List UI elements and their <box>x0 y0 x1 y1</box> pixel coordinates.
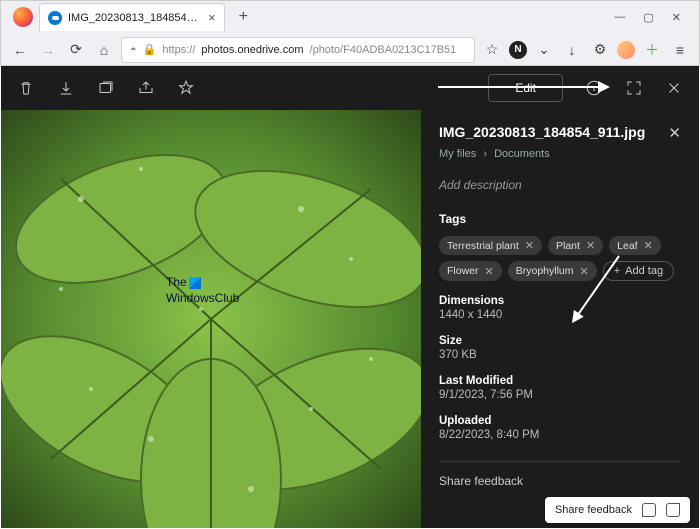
uploaded-label: Uploaded <box>439 415 681 427</box>
extensions-icon[interactable]: ⚙ <box>589 39 611 61</box>
breadcrumb-leaf[interactable]: Documents <box>494 148 550 160</box>
url-prefix: https:// <box>162 44 195 56</box>
photo-preview[interactable]: The WindowsClub <box>1 110 421 528</box>
breadcrumb-separator: › <box>483 148 487 160</box>
tab-strip: IMG_20230813_184854_911.jp… × + — ▢ ✕ <box>1 1 699 33</box>
dimensions-value: 1440 x 1440 <box>439 309 681 321</box>
size-value: 370 KB <box>439 349 681 361</box>
annotation-arrow-info <box>438 86 608 88</box>
tag-chip[interactable]: Bryophyllum✕ <box>508 261 597 281</box>
watermark: The WindowsClub <box>166 275 239 306</box>
breadcrumb-root[interactable]: My files <box>439 148 476 160</box>
watermark-line2: WindowsClub <box>166 291 239 305</box>
browser-tab[interactable]: IMG_20230813_184854_911.jp… × <box>39 3 225 31</box>
tab-title: IMG_20230813_184854_911.jp… <box>68 12 198 24</box>
modified-value: 9/1/2023, 7:56 PM <box>439 389 681 401</box>
thumbs-down-icon[interactable] <box>666 503 680 517</box>
breadcrumb[interactable]: My files › Documents <box>439 148 681 160</box>
edit-button[interactable]: Edit <box>488 74 563 102</box>
new-tab-button[interactable]: + <box>231 8 256 26</box>
favorite-icon[interactable] <box>177 79 195 97</box>
uploaded-value: 8/22/2023, 8:40 PM <box>439 429 681 441</box>
close-viewer-icon[interactable] <box>665 79 683 97</box>
address-bar[interactable]: ◓ 🔒 https:// photos.onedrive.com/photo/F4… <box>121 37 475 63</box>
tags-list: Terrestrial plant✕ Plant✕ Leaf✕ Flower✕ … <box>439 236 681 281</box>
details-filename: IMG_20230813_184854_911.jpg <box>439 124 645 140</box>
menu-icon[interactable]: ≡ <box>669 39 691 61</box>
onedrive-icon <box>48 11 62 25</box>
shield-icon: ◓ <box>130 44 137 56</box>
lock-icon: 🔒 <box>143 43 157 56</box>
share-feedback-pill[interactable]: Share feedback <box>545 497 690 523</box>
modified-label: Last Modified <box>439 375 681 387</box>
home-icon[interactable]: ⌂ <box>93 39 115 61</box>
photo-toolbar: Edit <box>1 66 699 110</box>
download-icon[interactable]: ↓ <box>561 39 583 61</box>
download-photo-icon[interactable] <box>57 79 75 97</box>
dimensions-label: Dimensions <box>439 295 681 307</box>
addon-plus-icon[interactable]: ＋ <box>641 39 663 61</box>
tag-remove-icon[interactable]: ✕ <box>525 239 534 252</box>
tag-remove-icon[interactable]: ✕ <box>586 239 595 252</box>
album-icon[interactable] <box>97 79 115 97</box>
thumbs-up-icon[interactable] <box>642 503 656 517</box>
tag-chip[interactable]: Plant✕ <box>548 236 603 255</box>
divider <box>439 461 681 462</box>
details-panel: IMG_20230813_184854_911.jpg ✕ My files ›… <box>421 110 699 528</box>
tag-remove-icon[interactable]: ✕ <box>644 239 653 252</box>
profile-avatar-icon[interactable] <box>617 41 635 59</box>
tag-chip[interactable]: Flower✕ <box>439 261 502 281</box>
tag-remove-icon[interactable]: ✕ <box>580 265 589 278</box>
delete-icon[interactable] <box>17 79 35 97</box>
extension-n-icon[interactable]: N <box>509 41 527 59</box>
feedback-pill-label: Share feedback <box>555 504 632 516</box>
tag-remove-icon[interactable]: ✕ <box>485 265 494 278</box>
tab-close-icon[interactable]: × <box>208 10 216 25</box>
close-details-icon[interactable]: ✕ <box>668 124 681 142</box>
window-minimize-icon[interactable]: — <box>614 11 625 24</box>
tags-heading: Tags <box>439 212 681 226</box>
feedback-row: Share feedback <box>439 474 681 488</box>
tag-chip[interactable]: Leaf✕ <box>609 236 661 255</box>
window-controls: — ▢ ✕ <box>614 11 693 24</box>
onedrive-photo-viewer: Edit <box>1 66 699 528</box>
forward-icon[interactable]: → <box>37 39 59 61</box>
windows-logo-icon <box>189 277 201 289</box>
window-maximize-icon[interactable]: ▢ <box>643 11 653 24</box>
size-label: Size <box>439 335 681 347</box>
watermark-line1: The <box>166 275 187 289</box>
window-close-icon[interactable]: ✕ <box>672 11 681 24</box>
plus-icon: + <box>614 265 620 277</box>
back-icon[interactable]: ← <box>9 39 31 61</box>
nav-bar: ← → ⟳ ⌂ ◓ 🔒 https:// photos.onedrive.com /… <box>1 33 699 66</box>
browser-chrome: IMG_20230813_184854_911.jp… × + — ▢ ✕ ← … <box>0 0 700 66</box>
description-field[interactable]: Add description <box>439 178 681 192</box>
main-area: The WindowsClub IMG_20230813_184854_911.… <box>1 110 699 528</box>
bookmark-icon[interactable]: ☆ <box>481 39 503 61</box>
fullscreen-icon[interactable] <box>625 79 643 97</box>
photo-content <box>1 110 421 528</box>
url-domain: photos.onedrive.com <box>201 44 303 56</box>
pocket-icon[interactable]: ⌄ <box>533 39 555 61</box>
tag-chip[interactable]: Terrestrial plant✕ <box>439 236 542 255</box>
url-path: /photo/F40ADBA0213C17B51 <box>310 44 457 56</box>
share-icon[interactable] <box>137 79 155 97</box>
reload-icon[interactable]: ⟳ <box>65 39 87 61</box>
firefox-icon <box>13 7 33 27</box>
feedback-label: Share feedback <box>439 474 523 488</box>
